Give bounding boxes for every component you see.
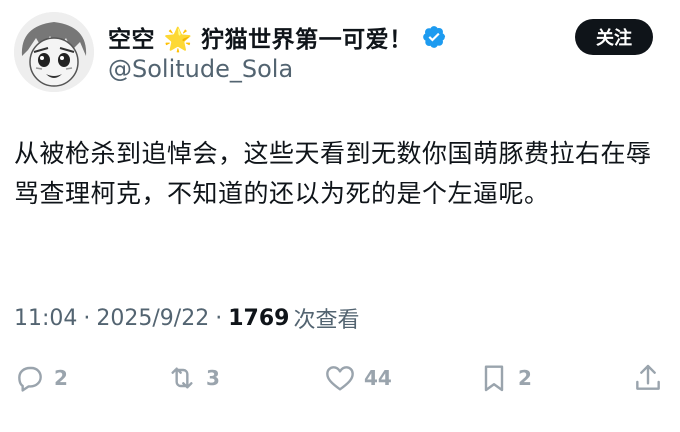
reply-button[interactable]: 2 [14, 356, 68, 400]
author-handle[interactable]: @Solitude_Sola [108, 55, 293, 83]
meta-separator: · [83, 305, 91, 331]
views-label: 次查看 [293, 308, 360, 333]
like-count: 44 [364, 366, 392, 390]
heart-icon [326, 366, 354, 391]
display-name[interactable]: 空空 🌟 狞猫世界第一可爱！ [108, 20, 413, 54]
like-button[interactable]: 44 [324, 356, 392, 400]
tweet-text: 从被枪杀到追悼会，这些天看到无数你国萌豚费拉右在辱骂查理柯克，不知道的还以为死的… [14, 139, 652, 208]
retweet-icon [171, 367, 193, 389]
avatar[interactable] [14, 12, 94, 92]
tweet-time[interactable]: 11:04 [14, 306, 77, 331]
tweet-date[interactable]: 2025/9/22 [96, 306, 209, 331]
tweet-meta: 11:04 · 2025/9/22 · 1769 次查看 [14, 300, 359, 336]
meta-separator: · [215, 305, 223, 331]
share-button[interactable] [632, 356, 664, 400]
follow-button[interactable]: 关注 [575, 19, 653, 55]
reply-count: 2 [54, 366, 68, 390]
author-name-row: 空空 🌟 狞猫世界第一可爱！ [108, 20, 447, 54]
bookmark-icon [484, 365, 504, 392]
bookmark-button[interactable]: 2 [478, 356, 532, 400]
views-count[interactable]: 1769 [228, 306, 289, 331]
avatar-image [14, 12, 94, 92]
reply-icon [18, 366, 42, 392]
share-icon [636, 364, 660, 390]
action-bar: 2 3 44 2 [0, 356, 680, 400]
retweet-count: 3 [206, 366, 220, 390]
bookmark-count: 2 [518, 366, 532, 390]
retweet-button[interactable]: 3 [166, 356, 220, 400]
verified-badge-icon [422, 26, 445, 48]
